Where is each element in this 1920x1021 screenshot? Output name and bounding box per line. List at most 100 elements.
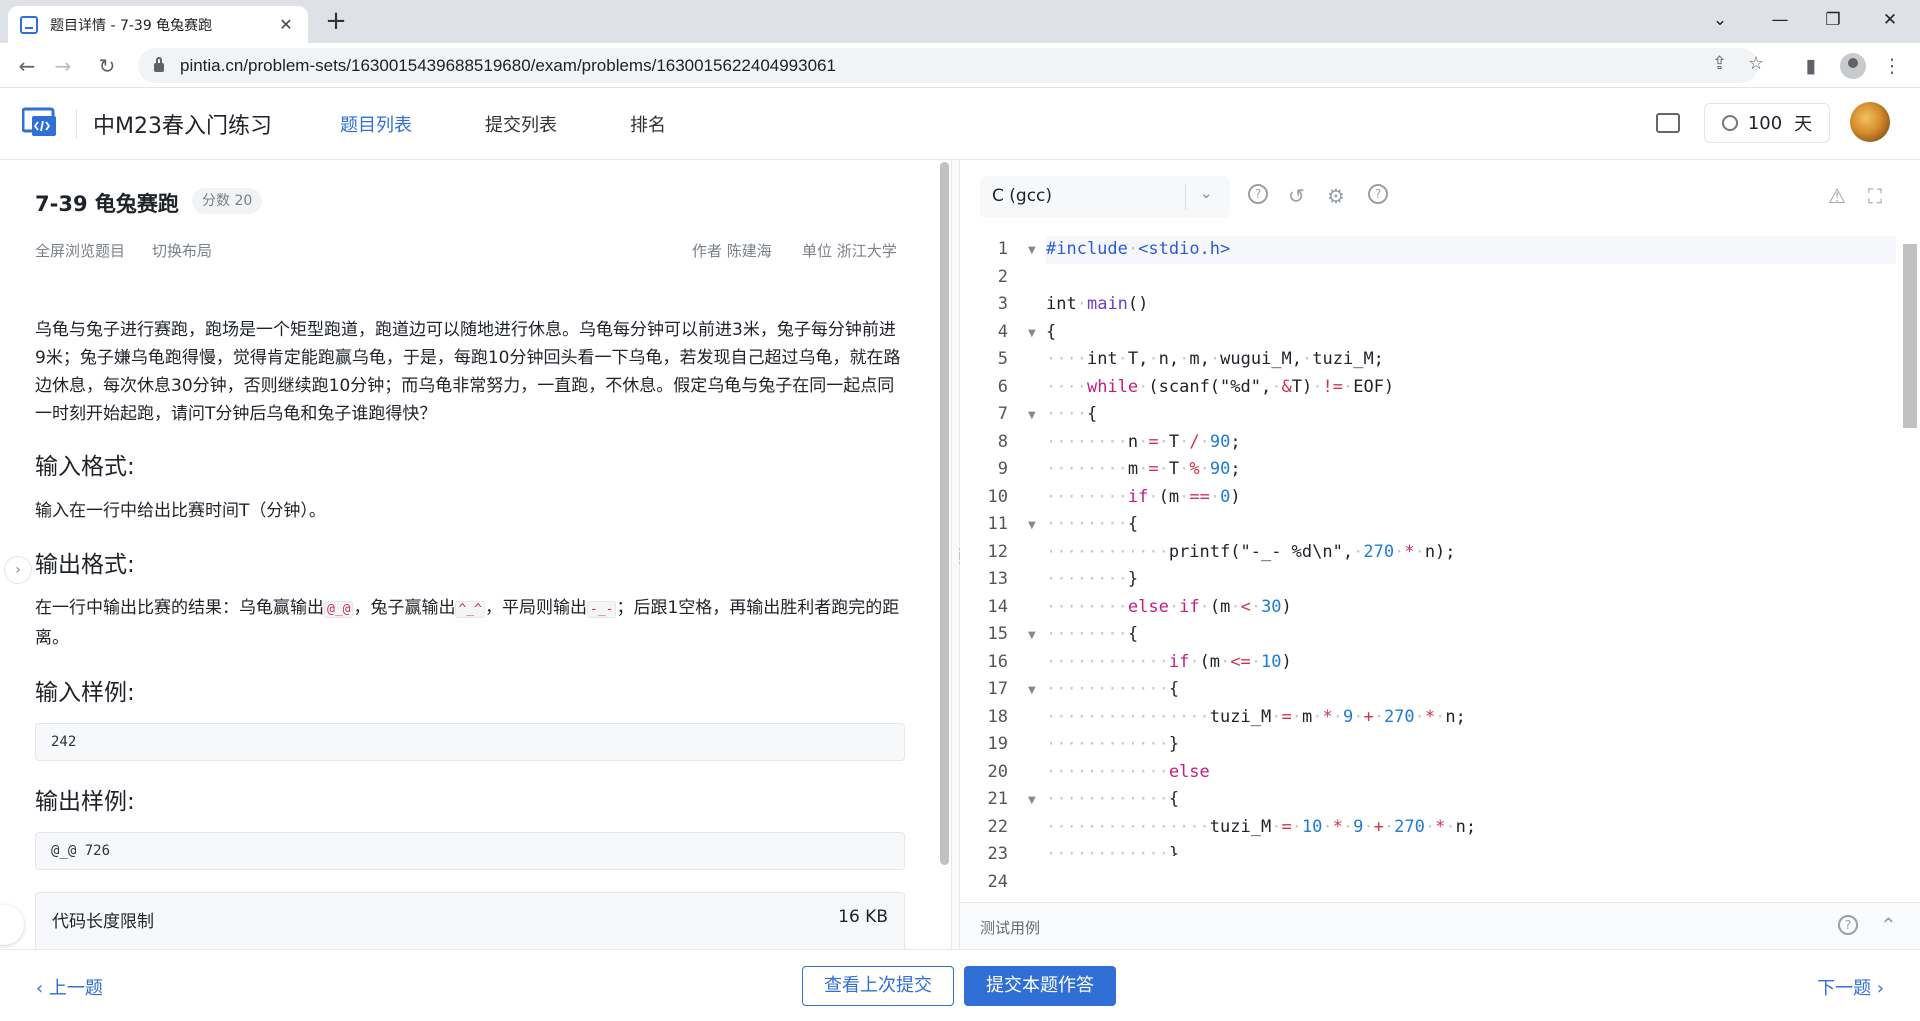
expand-up-icon[interactable]: ⌃ — [1880, 913, 1897, 937]
fold-arrow-icon[interactable]: ▼ — [1028, 410, 1036, 421]
code-line[interactable]: ············if·(m·<=·10) — [1046, 649, 1896, 677]
code-line[interactable]: ············} — [1046, 841, 1896, 856]
line-number: 12 — [987, 541, 1008, 562]
shortcut-help-icon[interactable]: ? — [1368, 184, 1388, 204]
floating-toolbox-icon[interactable] — [0, 905, 24, 945]
code-line[interactable]: ················tuzi_M·=·10·*·9·+·270·*·… — [1046, 814, 1896, 842]
share-icon[interactable]: ⇪ — [1712, 53, 1727, 74]
browser-tab[interactable]: 题目详情 - 7-39 龟兔赛跑 ✕ — [8, 6, 308, 43]
code-line[interactable]: #include·<stdio.h> — [1046, 236, 1896, 264]
forward-icon[interactable]: → — [48, 51, 78, 81]
history-icon[interactable]: ↺ — [1288, 184, 1305, 208]
code-line[interactable]: ················tuzi_M·=·m·*·9·+·270·*·n… — [1046, 704, 1896, 732]
code-line[interactable]: ········{ — [1046, 511, 1896, 539]
code-line[interactable]: ········if·(m·==·0) — [1046, 484, 1896, 512]
code-line[interactable] — [1046, 264, 1896, 292]
code-line[interactable]: { — [1046, 319, 1896, 347]
reload-icon[interactable]: ↻ — [92, 51, 122, 81]
next-label: 下一题 — [1817, 978, 1872, 999]
submit-answer-button[interactable]: 提交本题作答 — [964, 966, 1116, 1006]
line-number: 16 — [987, 651, 1008, 672]
tortoise-win-code: @_@ — [324, 601, 354, 618]
line-number: 9 — [997, 459, 1008, 479]
line-number: 20 — [987, 761, 1008, 782]
code-line[interactable]: ············else — [1046, 759, 1896, 787]
restore-icon[interactable]: ❐ — [1805, 0, 1861, 40]
test-case-label: 测试用例 — [980, 919, 1041, 937]
bookmark-star-icon[interactable]: ☆ — [1748, 53, 1764, 74]
output-text-3: ，平局则输出 — [484, 598, 587, 618]
user-avatar[interactable] — [1850, 102, 1890, 142]
code-line[interactable]: ········{ — [1046, 621, 1896, 649]
window-close-icon[interactable]: ✕ — [1862, 0, 1918, 40]
tab-search-icon[interactable]: ⌄ — [1692, 0, 1748, 40]
help-icon[interactable]: ? — [1248, 184, 1268, 204]
code-line[interactable]: ········n·=·T·/·90; — [1046, 429, 1896, 457]
browser-tab-strip: 题目详情 - 7-39 龟兔赛跑 ✕ + ⌄ — ❐ ✕ — [0, 0, 1920, 43]
editor-scrollbar[interactable] — [1900, 236, 1918, 896]
line-number: 6 — [997, 376, 1008, 397]
expand-sidebar-icon[interactable]: › — [4, 556, 32, 584]
code-area[interactable]: #include·<stdio.h> int·main(){····int·T,·… — [1046, 236, 1896, 856]
line-number: 7 — [997, 404, 1008, 424]
code-line[interactable]: ············{ — [1046, 676, 1896, 704]
minimize-icon[interactable]: — — [1752, 0, 1808, 40]
footer-bar: ‹ 上一题 查看上次提交 提交本题作答 下一题 › — [0, 949, 1920, 1021]
test-case-bar[interactable]: 测试用例 ? ⌃ — [960, 902, 1920, 950]
sample-output-heading: 输出样例: — [35, 789, 135, 815]
settings-gear-icon[interactable]: ⚙ — [1327, 184, 1345, 208]
prev-problem-link[interactable]: ‹ 上一题 — [36, 974, 103, 1000]
pta-logo-icon — [22, 107, 56, 136]
fold-arrow-icon[interactable]: ▼ — [1028, 685, 1036, 696]
code-line[interactable]: ············printf("-_- %d\n",·270·*·n); — [1046, 539, 1896, 567]
code-line[interactable]: ····{ — [1046, 401, 1896, 429]
tab-close-icon[interactable]: ✕ — [276, 15, 296, 34]
rabbit-win-code: ^_^ — [455, 601, 485, 618]
line-number: 19 — [987, 734, 1008, 754]
app-header: 中M23春入门练习 题目列表 提交列表 排名 100 天 — [0, 89, 1920, 160]
nav-submission-list[interactable]: 提交列表 — [485, 111, 557, 137]
code-line[interactable]: ····int·T,·n,·m,·wugui_M,·tuzi_M; — [1046, 346, 1896, 374]
sample-input-heading: 输入样例: — [35, 680, 135, 706]
nav-ranking[interactable]: 排名 — [630, 111, 666, 137]
fullscreen-icon[interactable]: ⛶ — [1868, 184, 1882, 208]
switch-layout-link[interactable]: 切换布局 — [152, 240, 212, 261]
problem-panel: 7-39 龟兔赛跑 分数 20 全屏浏览题目 切换布局 作者 陈建海 单位 浙江… — [0, 160, 940, 949]
author: 作者 陈建海 — [692, 242, 772, 260]
fold-arrow-icon[interactable]: ▼ — [1028, 630, 1036, 641]
code-line[interactable]: ········m·=·T·%·90; — [1046, 456, 1896, 484]
code-line[interactable]: ············} — [1046, 731, 1896, 759]
browser-toolbar: ← → ↻ pintia.cn/problem-sets/16300154396… — [0, 43, 1920, 88]
view-last-submission-button[interactable]: 查看上次提交 — [802, 966, 954, 1006]
next-problem-link[interactable]: 下一题 › — [1817, 974, 1884, 1000]
announcement-icon[interactable] — [1656, 113, 1680, 133]
nav-problem-list[interactable]: 题目列表 — [340, 111, 412, 137]
code-line[interactable]: ········else·if·(m·<·30) — [1046, 594, 1896, 622]
fold-arrow-icon[interactable]: ▼ — [1028, 795, 1036, 806]
profile-icon[interactable] — [1838, 51, 1868, 81]
code-line[interactable]: ········} — [1046, 566, 1896, 594]
code-line[interactable]: ····while·(scanf("%d",·&T)·!=·EOF) — [1046, 374, 1896, 402]
line-number: 15 — [987, 624, 1008, 644]
debug-icon[interactable]: ⚠ — [1828, 184, 1846, 208]
language-select[interactable]: C (gcc) ⌄ — [980, 176, 1230, 218]
problem-scrollbar[interactable] — [937, 160, 951, 949]
fold-arrow-icon[interactable]: ▼ — [1028, 328, 1036, 339]
url-text: pintia.cn/problem-sets/16300154396885196… — [180, 55, 836, 75]
code-line[interactable]: int·main() — [1046, 291, 1896, 319]
output-text-1: 在一行中输出比赛的结果：乌龟赢输出 — [35, 598, 324, 618]
problem-description: 乌龟与兔子进行赛跑，跑场是一个矩型跑道，跑道边可以随地进行休息。乌龟每分钟可以前… — [35, 320, 901, 424]
fold-arrow-icon[interactable]: ▼ — [1028, 245, 1036, 256]
code-line[interactable]: ············{ — [1046, 786, 1896, 814]
address-bar[interactable]: pintia.cn/problem-sets/16300154396885196… — [138, 48, 1764, 83]
fold-arrow-icon[interactable]: ▼ — [1028, 520, 1036, 531]
input-format-heading: 输入格式: — [35, 454, 135, 480]
fullscreen-link[interactable]: 全屏浏览题目 — [35, 240, 125, 261]
sidepanel-icon[interactable]: ▮ — [1796, 51, 1826, 81]
menu-kebab-icon[interactable]: ⋮ — [1877, 51, 1907, 81]
new-tab-icon[interactable]: + — [320, 6, 352, 38]
output-text-2: ，兔子赢输出 — [353, 598, 456, 618]
test-help-icon[interactable]: ? — [1838, 915, 1858, 935]
back-icon[interactable]: ← — [12, 51, 42, 81]
panel-splitter[interactable]: ⋮⋮ — [951, 160, 966, 949]
